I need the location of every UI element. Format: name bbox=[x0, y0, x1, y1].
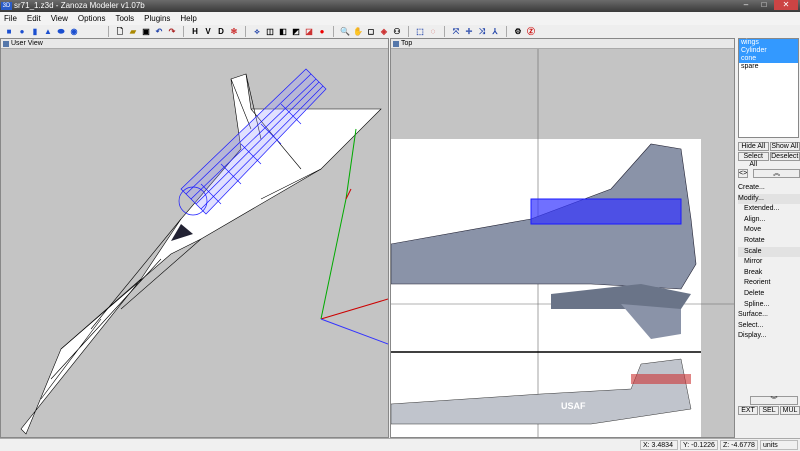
menu-delete[interactable]: Delete bbox=[738, 289, 800, 300]
select-circle-icon[interactable]: ◌ bbox=[428, 27, 438, 37]
flat-icon[interactable]: ◧ bbox=[278, 27, 288, 37]
scroll-down-icon[interactable]: ︾ bbox=[750, 396, 798, 405]
cylinder-primitive-icon[interactable]: ▮ bbox=[30, 27, 40, 37]
move-tool-icon[interactable]: ✛ bbox=[464, 27, 474, 37]
deselect-button[interactable]: Deselect bbox=[770, 152, 800, 161]
sel-button[interactable]: SEL bbox=[759, 406, 779, 415]
x-coordinate: X: 3.4834 bbox=[640, 440, 678, 450]
aircraft-wireframe bbox=[21, 74, 381, 434]
rotate-tool-icon[interactable]: ⤨ bbox=[477, 27, 487, 37]
textured-icon[interactable]: ◪ bbox=[304, 27, 314, 37]
view-d-button[interactable]: D bbox=[216, 27, 226, 37]
menu-display[interactable]: Display... bbox=[738, 331, 800, 342]
select-rect-icon[interactable]: ⬚ bbox=[415, 27, 425, 37]
mul-button[interactable]: MUL bbox=[780, 406, 800, 415]
ext-button[interactable]: EXT bbox=[738, 406, 758, 415]
disc-primitive-icon[interactable]: ⬬ bbox=[56, 27, 66, 37]
menu-view[interactable]: View bbox=[51, 12, 68, 25]
right-panel: wings Cylinder cone spare Hide All Show … bbox=[736, 38, 800, 438]
menu-spline[interactable]: Spline... bbox=[738, 300, 800, 311]
cone-primitive-icon[interactable]: ▲ bbox=[43, 27, 53, 37]
menu-file[interactable]: File bbox=[4, 12, 17, 25]
render-icon[interactable]: ● bbox=[317, 27, 327, 37]
menu-move[interactable]: Move bbox=[738, 225, 800, 236]
show-all-button[interactable]: Show All bbox=[770, 142, 800, 151]
smooth-icon[interactable]: ◩ bbox=[291, 27, 301, 37]
wireframe-icon[interactable]: ◫ bbox=[265, 27, 275, 37]
units-label: units bbox=[760, 440, 798, 450]
select-all-button[interactable]: Select All bbox=[738, 152, 769, 161]
z-coordinate: Z: -4.6778 bbox=[720, 440, 758, 450]
object-item[interactable]: Cylinder bbox=[739, 47, 798, 55]
box-primitive-icon[interactable]: ■ bbox=[4, 27, 14, 37]
menu-modify[interactable]: Modify... bbox=[738, 194, 800, 205]
viewport-menu-icon[interactable] bbox=[393, 41, 399, 47]
menu-rotate[interactable]: Rotate bbox=[738, 236, 800, 247]
menu-reorient[interactable]: Reorient bbox=[738, 278, 800, 289]
redo-icon[interactable]: ↷ bbox=[167, 27, 177, 37]
plugin-icon[interactable]: ⚙ bbox=[513, 27, 523, 37]
cylinder-top bbox=[531, 199, 681, 224]
object-list[interactable]: wings Cylinder cone spare bbox=[738, 38, 799, 138]
sphere-primitive-icon[interactable]: ● bbox=[17, 27, 27, 37]
maximize-button[interactable]: □ bbox=[756, 0, 772, 10]
window-title: sr71_1.z3d - Zanoza Modeler v1.07b bbox=[14, 1, 145, 10]
menu-surface[interactable]: Surface... bbox=[738, 310, 800, 321]
top-viewport[interactable]: Top USAF bbox=[390, 38, 735, 438]
minimize-button[interactable]: – bbox=[738, 0, 754, 10]
viewport-title: Top bbox=[401, 40, 412, 47]
command-menu: Create... Modify... Extended... Align...… bbox=[738, 183, 800, 342]
y-coordinate: Y: -0.1226 bbox=[680, 440, 718, 450]
toolbar: ■ ● ▮ ▲ ⬬ ◉ 🗋 ▰ ▣ ↶ ↷ H V D ✻ ⟡ ◫ ◧ ◩ ◪ … bbox=[0, 25, 800, 38]
zoom-extents-icon[interactable]: ◻ bbox=[366, 27, 376, 37]
zanoza-icon[interactable]: Ⓩ bbox=[526, 27, 536, 37]
torus-primitive-icon[interactable]: ◉ bbox=[69, 27, 79, 37]
camera-icon[interactable]: ⚇ bbox=[392, 27, 402, 37]
menu-mirror[interactable]: Mirror bbox=[738, 257, 800, 268]
object-item[interactable]: cone bbox=[739, 55, 798, 63]
status-bar: X: 3.4834 Y: -0.1226 Z: -4.6778 units bbox=[0, 438, 800, 450]
viewport-title: User View bbox=[11, 40, 43, 47]
hide-all-button[interactable]: Hide All bbox=[738, 142, 769, 151]
axis-icon[interactable]: ✻ bbox=[229, 27, 239, 37]
menu-scale[interactable]: Scale bbox=[738, 247, 800, 258]
axis-tool-icon[interactable]: ⅄ bbox=[490, 27, 500, 37]
menu-options[interactable]: Options bbox=[78, 12, 106, 25]
user-view-viewport[interactable]: User View bbox=[0, 38, 389, 438]
menu-plugins[interactable]: Plugins bbox=[144, 12, 170, 25]
zoom-icon[interactable]: 🔍 bbox=[340, 27, 350, 37]
scale-tool-icon[interactable]: ⤧ bbox=[451, 27, 461, 37]
zoom-region-icon[interactable]: ◈ bbox=[379, 27, 389, 37]
vertex-icon[interactable]: ⟡ bbox=[252, 27, 262, 37]
new-file-icon[interactable]: 🗋 bbox=[115, 27, 125, 37]
user-view-wireframe bbox=[1, 49, 388, 437]
collapse-arrows-icon[interactable]: <> bbox=[738, 169, 748, 178]
title-bar: 3D sr71_1.z3d - Zanoza Modeler v1.07b –□… bbox=[0, 0, 800, 12]
object-item[interactable]: spare bbox=[739, 63, 798, 71]
view-h-button[interactable]: H bbox=[190, 27, 200, 37]
menu-align[interactable]: Align... bbox=[738, 215, 800, 226]
menu-create[interactable]: Create... bbox=[738, 183, 800, 194]
menu-break[interactable]: Break bbox=[738, 268, 800, 279]
object-item[interactable]: wings bbox=[739, 39, 798, 47]
axis-gizmo bbox=[321, 129, 388, 344]
menu-help[interactable]: Help bbox=[180, 12, 196, 25]
menu-bar: File Edit View Options Tools Plugins Hel… bbox=[0, 12, 800, 25]
viewport-menu-icon[interactable] bbox=[3, 41, 9, 47]
scroll-up-icon[interactable]: ︽ bbox=[753, 169, 800, 178]
usaf-decal: USAF bbox=[561, 401, 586, 411]
open-file-icon[interactable]: ▰ bbox=[128, 27, 138, 37]
pan-hand-icon[interactable]: ✋ bbox=[353, 27, 363, 37]
top-view-canvas: USAF bbox=[391, 49, 734, 437]
view-v-button[interactable]: V bbox=[203, 27, 213, 37]
menu-select[interactable]: Select... bbox=[738, 321, 800, 332]
menu-tools[interactable]: Tools bbox=[115, 12, 134, 25]
close-button[interactable]: ✕ bbox=[774, 0, 798, 10]
undo-icon[interactable]: ↶ bbox=[154, 27, 164, 37]
menu-extended[interactable]: Extended... bbox=[738, 204, 800, 215]
menu-edit[interactable]: Edit bbox=[27, 12, 41, 25]
app-logo-icon: 3D bbox=[1, 2, 12, 10]
save-icon[interactable]: ▣ bbox=[141, 27, 151, 37]
